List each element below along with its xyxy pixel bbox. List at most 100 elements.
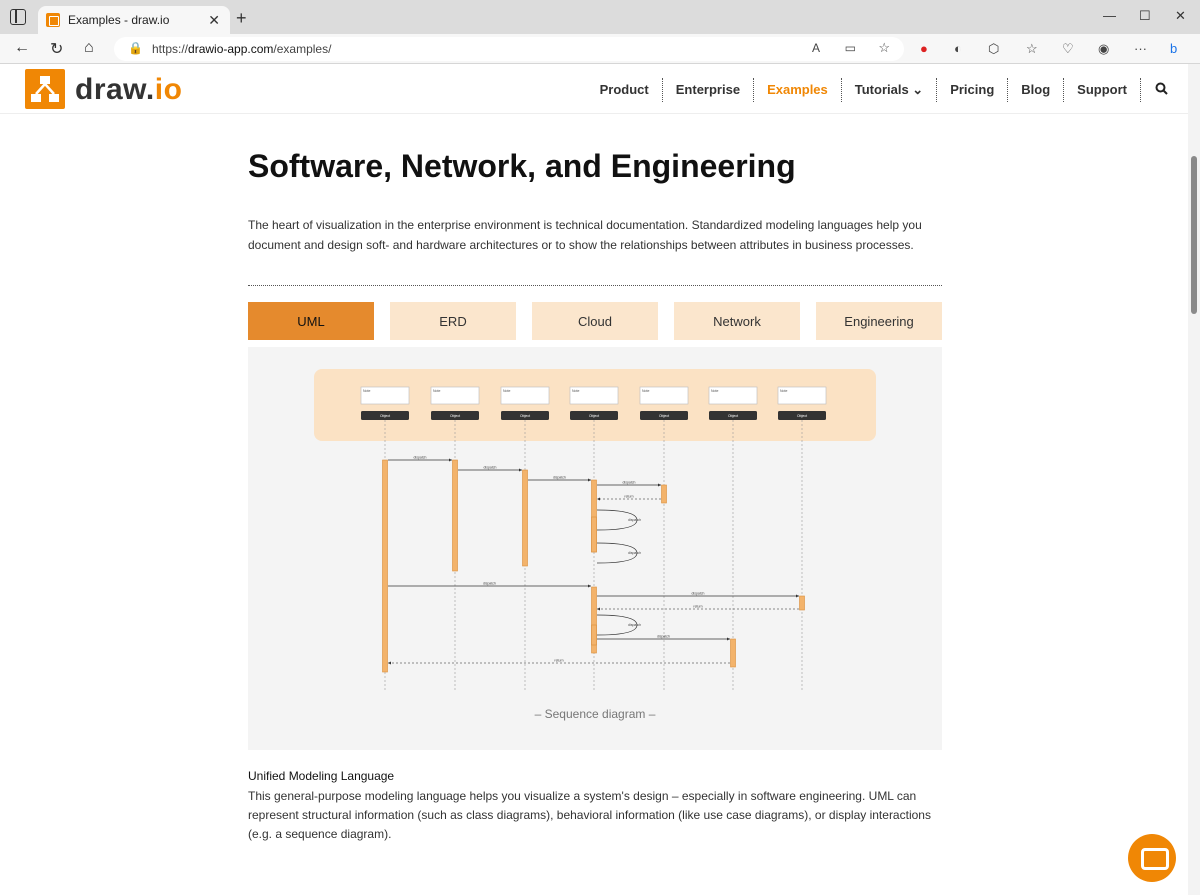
favorite-star-icon[interactable]: ☆ [878,40,890,56]
tab-uml[interactable]: UML [248,302,374,340]
tab-network[interactable]: Network [674,302,800,340]
arrowhead [796,594,799,598]
web-page: draw.io Product Enterprise Examples Tuto… [0,64,1188,895]
logo-accent-text: io [154,73,183,106]
object-label: Object [450,414,460,418]
message-label: dispatch [553,476,566,480]
arrowhead [588,478,591,482]
message-label: dispatch [691,592,704,596]
immersive-reader-icon[interactable]: ▭ [845,41,856,55]
url-host: drawio-app.com [188,42,274,56]
main-content: Software, Network, and Engineering The h… [248,148,942,340]
message-label: dispatch [628,518,641,522]
url-field[interactable]: 🔒 https://drawio-app.com/examples/ A ▭ ☆ [114,37,904,61]
drawio-logo-icon[interactable] [25,69,65,109]
more-menu-icon[interactable]: ··· [1134,41,1147,56]
page-title: Software, Network, and Engineering [248,148,796,184]
back-icon[interactable]: ← [14,39,30,57]
minimize-icon[interactable]: — [1103,8,1116,23]
message-label: return [693,605,702,609]
profile-avatar-icon[interactable]: ◉ [1098,41,1109,57]
url-path: /examples/ [273,42,332,56]
message-label: dispatch [483,466,496,470]
browser-tab-strip: Examples - draw.io ✕ + — ☐ ✕ [0,0,1200,34]
activation-bar [730,638,736,668]
close-tab-icon[interactable]: ✕ [208,12,220,29]
object-label: Object [589,414,599,418]
arrowhead [449,458,452,462]
note-label: Note [503,389,510,393]
activation-bar [661,484,667,504]
tab-erd[interactable]: ERD [390,302,516,340]
nav-blog[interactable]: Blog [1008,78,1065,102]
sequence-diagram-image[interactable]: Note Object Note Object Note Object Note Object… [248,347,942,750]
home-icon[interactable]: ⌂ [84,39,94,57]
uml-description: Unified Modeling Language This general-p… [248,769,942,844]
nav-support[interactable]: Support [1064,78,1141,102]
note-label: Note [780,389,787,393]
page-scrollbar[interactable] [1188,64,1200,895]
nav-examples[interactable]: Examples [754,78,842,102]
diagram-caption: – Sequence diagram – [534,707,656,721]
nav-enterprise[interactable]: Enterprise [663,78,755,102]
object-label: Object [659,414,669,418]
message-label: dispatch [657,635,670,639]
section-text: This general-purpose modeling language h… [248,789,931,841]
arrowhead [388,661,391,665]
browser-essentials-icon[interactable]: ♡ [1062,41,1074,57]
section-divider [248,285,942,286]
nav-product[interactable]: Product [587,78,663,102]
tab-title: Examples - draw.io [68,13,170,27]
arrowhead [658,483,661,487]
extensions-puzzle-icon[interactable]: ⬡ [988,41,999,57]
object-label: Object [797,414,807,418]
note-label: Note [642,389,649,393]
close-window-icon[interactable]: ✕ [1175,8,1186,24]
site-logo-text[interactable]: draw.io [75,73,182,107]
message-label: dispatch [628,551,641,555]
search-icon[interactable] [1141,82,1168,98]
arrowhead [519,468,522,472]
scrollbar-thumb[interactable] [1191,156,1197,314]
address-bar-row: ← ↻ ⌂ 🔒 https://drawio-app.com/examples/… [0,34,1200,64]
drawio-favicon-icon [46,13,60,27]
favorites-icon[interactable]: ☆ [1026,41,1038,57]
lock-icon: 🔒 [128,41,143,55]
message-label: dispatch [413,456,426,460]
refresh-icon[interactable]: ↻ [50,39,63,59]
note-label: Note [711,389,718,393]
activation-bar [591,624,597,646]
object-label: Object [520,414,530,418]
activation-bar [522,469,528,567]
nav-pricing[interactable]: Pricing [937,78,1009,102]
message-label: dispatch [483,582,496,586]
sequence-diagram-svg: Note Object Note Object Note Object Note Object… [314,369,876,692]
browser-tab[interactable]: Examples - draw.io ✕ [38,6,230,34]
arrowhead [597,497,600,501]
activation-bar [799,595,805,611]
category-tabs: UML ERD Cloud Network Engineering [248,302,942,340]
object-label: Object [380,414,390,418]
extension-icon[interactable]: ◐ [954,41,962,56]
object-label: Object [728,414,738,418]
sidebar-toggle-icon[interactable] [10,9,26,25]
read-aloud-icon[interactable]: A [812,41,820,55]
site-header: draw.io Product Enterprise Examples Tuto… [0,64,1188,114]
chat-bubble-icon[interactable] [1128,834,1176,882]
message-label: return [624,495,633,499]
note-label: Note [433,389,440,393]
activation-bar [591,516,597,553]
tab-engineering[interactable]: Engineering [816,302,942,340]
tab-cloud[interactable]: Cloud [532,302,658,340]
message-label: dispatch [622,481,635,485]
lead-paragraph: The heart of visualization in the enterp… [248,218,922,252]
opera-extension-icon[interactable]: ● [920,41,928,56]
maximize-icon[interactable]: ☐ [1139,8,1151,24]
main-navigation: Product Enterprise Examples Tutorials ⌄ … [587,78,1168,102]
copilot-icon[interactable]: b [1170,41,1177,56]
arrowhead [588,584,591,588]
new-tab-icon[interactable]: + [236,8,247,29]
nav-tutorials[interactable]: Tutorials ⌄ [842,78,938,102]
note-label: Note [363,389,370,393]
url-prefix: https:// [152,42,189,56]
